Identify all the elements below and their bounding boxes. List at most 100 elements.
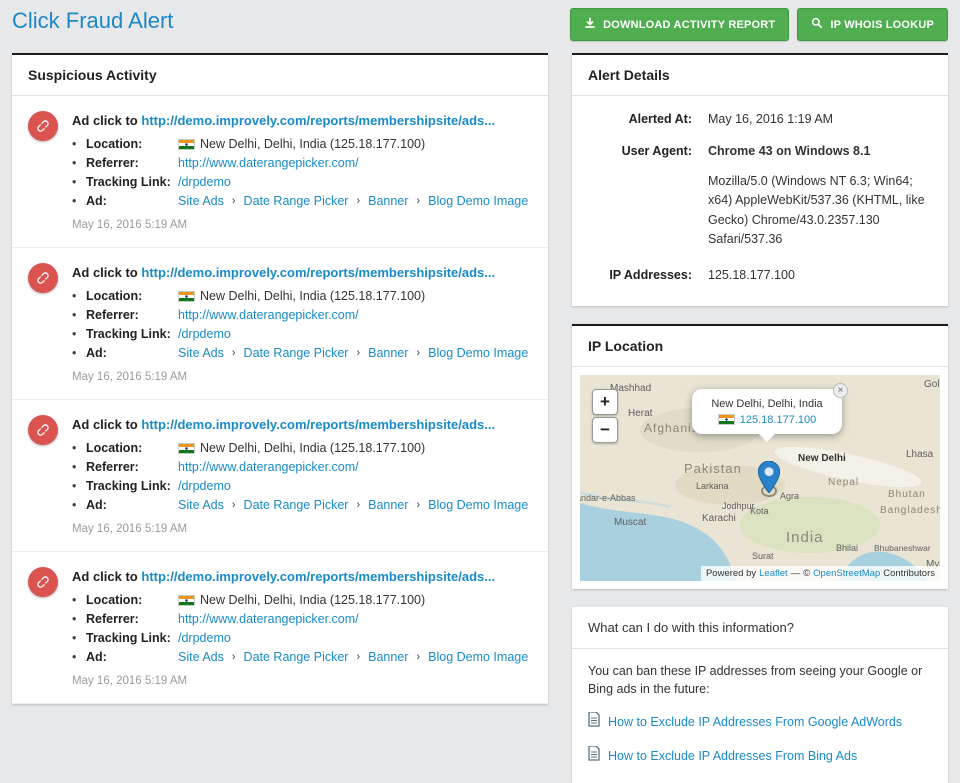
referrer-label: Referrer:	[86, 308, 178, 322]
map-label: New Delhi	[798, 453, 846, 464]
ad-breadcrumb-link[interactable]: Date Range Picker	[244, 346, 349, 360]
tracking-link-row: Tracking Link: /drpdemo	[72, 175, 532, 189]
ad-breadcrumb-link[interactable]: Site Ads	[178, 498, 224, 512]
ad-label: Ad:	[86, 346, 178, 360]
alerted-at-value: May 16, 2016 1:19 AM	[708, 112, 932, 126]
ip-addresses-value: 125.18.177.100	[708, 268, 932, 282]
ad-breadcrumb-link[interactable]: Date Range Picker	[244, 498, 349, 512]
tracking-link[interactable]: /drpdemo	[178, 175, 231, 189]
exclude-adwords-link[interactable]: How to Exclude IP Addresses From Google …	[608, 713, 902, 732]
location-value: New Delhi, Delhi, India (125.18.177.100)	[200, 441, 425, 455]
activity-title-link[interactable]: http://demo.improvely.com/reports/member…	[141, 417, 495, 432]
map-label: Surat	[752, 551, 774, 561]
ad-label: Ad:	[86, 498, 178, 512]
main-content: Suspicious Activity Ad click to http://d…	[0, 53, 960, 783]
breadcrumb-separator: ›	[356, 347, 360, 359]
map-label: Larkana	[696, 481, 729, 491]
ad-breadcrumb-link[interactable]: Site Ads	[178, 650, 224, 664]
ad-row: Ad: Site Ads › Date Range Picker › Banne…	[72, 346, 532, 360]
download-activity-report-button[interactable]: DOWNLOAD ACTIVITY REPORT	[570, 8, 789, 41]
location-value: New Delhi, Delhi, India (125.18.177.100)	[200, 137, 425, 151]
location-row: Location: New Delhi, Delhi, India (125.1…	[72, 593, 532, 607]
breadcrumb-separator: ›	[356, 195, 360, 207]
exclude-bing-link[interactable]: How to Exclude IP Addresses From Bing Ad…	[608, 747, 857, 766]
referrer-label: Referrer:	[86, 156, 178, 170]
tracking-link[interactable]: /drpdemo	[178, 327, 231, 341]
referrer-row: Referrer: http://www.daterangepicker.com…	[72, 460, 532, 474]
activity-title: Ad click to http://demo.improvely.com/re…	[72, 265, 532, 280]
location-label: Location:	[86, 137, 178, 151]
location-row: Location: New Delhi, Delhi, India (125.1…	[72, 289, 532, 303]
zoom-in-button[interactable]: +	[592, 389, 618, 415]
map-label: Karachi	[702, 513, 736, 524]
activity-item-body: Ad click to http://demo.improvely.com/re…	[72, 111, 532, 237]
breadcrumb-separator: ›	[232, 499, 236, 511]
popup-ip-link[interactable]: 125.18.177.100	[740, 414, 816, 426]
referrer-link[interactable]: http://www.daterangepicker.com/	[178, 460, 359, 474]
leaflet-link[interactable]: Leaflet	[759, 568, 788, 579]
activity-timestamp: May 16, 2016 5:19 AM	[72, 523, 532, 535]
india-flag-icon	[178, 291, 195, 302]
help-link-row: How to Exclude IP Addresses From Google …	[588, 712, 932, 733]
ip-location-header: IP Location	[572, 326, 948, 367]
referrer-link[interactable]: http://www.daterangepicker.com/	[178, 156, 359, 170]
breadcrumb-separator: ›	[416, 347, 420, 359]
ad-breadcrumb-link[interactable]: Date Range Picker	[244, 650, 349, 664]
openstreetmap-link[interactable]: OpenStreetMap	[813, 568, 880, 579]
tracking-link-label: Tracking Link:	[86, 479, 178, 493]
tracking-link-label: Tracking Link:	[86, 175, 178, 189]
ad-breadcrumb-link[interactable]: Banner	[368, 346, 408, 360]
user-agent-raw: Mozilla/5.0 (Windows NT 6.3; Win64; x64)…	[708, 172, 932, 250]
search-icon	[811, 17, 823, 32]
map-label: Bandar-e-Abbas	[580, 493, 636, 503]
ad-breadcrumb-link[interactable]: Site Ads	[178, 346, 224, 360]
location-value: New Delhi, Delhi, India (125.18.177.100)	[200, 593, 425, 607]
ad-breadcrumb-link[interactable]: Banner	[368, 650, 408, 664]
ad-breadcrumb-link[interactable]: Site Ads	[178, 194, 224, 208]
activity-title-link[interactable]: http://demo.improvely.com/reports/member…	[141, 569, 495, 584]
zoom-out-button[interactable]: −	[592, 417, 618, 443]
breadcrumb-separator: ›	[416, 499, 420, 511]
ad-breadcrumb-link[interactable]: Blog Demo Image	[428, 498, 528, 512]
ad-breadcrumb-link[interactable]: Banner	[368, 194, 408, 208]
activity-title-link[interactable]: http://demo.improvely.com/reports/member…	[141, 113, 495, 128]
download-button-label: DOWNLOAD ACTIVITY REPORT	[603, 19, 775, 31]
ad-breadcrumb-link[interactable]: Banner	[368, 498, 408, 512]
map[interactable]: Mashhad Herat Afghanistan Hotan Golmud P…	[580, 375, 940, 581]
activity-list: Ad click to http://demo.improvely.com/re…	[12, 96, 548, 704]
breadcrumb-separator: ›	[356, 651, 360, 663]
alerted-at-row: Alerted At: May 16, 2016 1:19 AM	[588, 112, 932, 126]
ip-whois-lookup-button[interactable]: IP WHOIS LOOKUP	[797, 8, 948, 41]
tracking-link-label: Tracking Link:	[86, 327, 178, 341]
user-agent-row: User Agent: Chrome 43 on Windows 8.1 Moz…	[588, 144, 932, 250]
tracking-link-row: Tracking Link: /drpdemo	[72, 479, 532, 493]
ad-breadcrumb-link[interactable]: Blog Demo Image	[428, 650, 528, 664]
breadcrumb-separator: ›	[416, 651, 420, 663]
activity-title-link[interactable]: http://demo.improvely.com/reports/member…	[141, 265, 495, 280]
ad-breadcrumb-link[interactable]: Blog Demo Image	[428, 194, 528, 208]
breadcrumb-separator: ›	[416, 195, 420, 207]
activity-timestamp: May 16, 2016 5:19 AM	[72, 219, 532, 231]
map-label: Herat	[628, 408, 652, 419]
map-label: Bangladesh	[880, 505, 940, 516]
map-label: Bhutan	[888, 489, 926, 500]
alerted-at-label: Alerted At:	[588, 112, 708, 126]
tracking-link[interactable]: /drpdemo	[178, 631, 231, 645]
ad-label: Ad:	[86, 650, 178, 664]
ad-breadcrumb-link[interactable]: Date Range Picker	[244, 194, 349, 208]
popup-close-button[interactable]: ×	[833, 383, 848, 398]
india-flag-icon	[178, 443, 195, 454]
map-marker-icon[interactable]	[758, 461, 780, 496]
broken-link-icon	[28, 567, 58, 597]
activity-title-prefix: Ad click to	[72, 417, 138, 432]
suspicious-activity-card: Suspicious Activity Ad click to http://d…	[12, 53, 548, 704]
ip-location-card: IP Location Mashhad Herat Afghanistan Ho…	[572, 324, 948, 589]
referrer-link[interactable]: http://www.daterangepicker.com/	[178, 308, 359, 322]
help-link-row: How to Exclude IP Addresses From Bing Ad…	[588, 746, 932, 767]
referrer-link[interactable]: http://www.daterangepicker.com/	[178, 612, 359, 626]
alert-details-header: Alert Details	[572, 55, 948, 96]
tracking-link[interactable]: /drpdemo	[178, 479, 231, 493]
ad-breadcrumb-link[interactable]: Blog Demo Image	[428, 346, 528, 360]
toolbar: DOWNLOAD ACTIVITY REPORT IP WHOIS LOOKUP	[570, 8, 948, 41]
ad-row: Ad: Site Ads › Date Range Picker › Banne…	[72, 194, 532, 208]
